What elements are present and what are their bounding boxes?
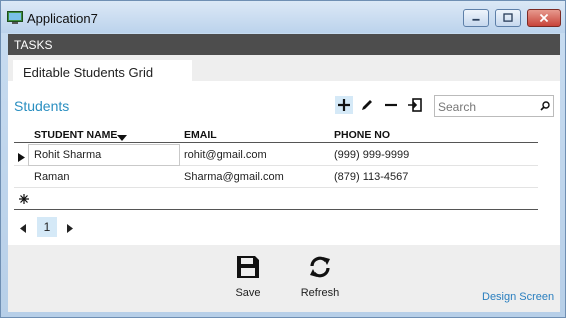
add-icon	[338, 99, 350, 111]
column-header-phone-no[interactable]: PHONE NO	[334, 129, 390, 141]
tab-strip: Editable Students Grid	[8, 55, 560, 82]
new-row-icon	[18, 193, 30, 205]
section-title: Students	[14, 98, 70, 114]
next-page-icon[interactable]	[67, 222, 73, 233]
save-label: Save	[235, 287, 261, 299]
search-icon[interactable]	[539, 100, 551, 112]
design-screen-link[interactable]: Design Screen	[482, 291, 554, 303]
new-row-placeholder[interactable]	[14, 188, 538, 210]
refresh-label: Refresh	[300, 287, 340, 299]
application-window: Application7 TASKS Editable Students Gri…	[0, 0, 566, 318]
search-box	[434, 95, 554, 117]
pager: 1	[14, 215, 214, 239]
cell-student-name[interactable]: Raman	[34, 171, 69, 183]
window-title: Application7	[27, 11, 98, 26]
tasks-label: TASKS	[14, 38, 53, 52]
column-header-email[interactable]: EMAIL	[184, 129, 217, 141]
page-1-button[interactable]: 1	[37, 217, 57, 237]
save-button[interactable]: Save	[218, 255, 278, 305]
previous-page-icon[interactable]	[20, 222, 26, 233]
remove-button[interactable]	[382, 96, 400, 114]
column-header-student-name[interactable]: STUDENT NAME	[34, 129, 117, 141]
refresh-icon	[310, 256, 330, 278]
search-input[interactable]	[438, 99, 536, 114]
client-area: TASKS Editable Students Grid Students Se…	[8, 34, 560, 312]
grid-header: STUDENT NAME EMAIL PHONE NO	[14, 127, 538, 143]
maximize-button[interactable]	[495, 9, 521, 27]
tab-label: Editable Students Grid	[23, 65, 154, 80]
action-bar: Save Refresh Design Screen	[8, 245, 560, 312]
save-icon	[237, 256, 259, 278]
export-icon	[408, 98, 422, 112]
cell-email[interactable]: rohit@gmail.com	[184, 149, 267, 161]
cell-phone-no[interactable]: (999) 999-9999	[334, 149, 409, 161]
title-bar: Application7	[1, 1, 565, 33]
cell-student-name[interactable]: Rohit Sharma	[34, 149, 101, 161]
minimize-button[interactable]	[463, 9, 489, 27]
students-panel: Students Search STUDENT NAME EMAIL PHONE…	[8, 81, 560, 243]
close-button[interactable]	[527, 9, 561, 27]
students-grid: STUDENT NAME EMAIL PHONE NO Rohit Sharma…	[14, 127, 538, 211]
edit-icon	[362, 100, 372, 110]
table-row[interactable]: Raman Sharma@gmail.com (879) 113-4567	[14, 166, 538, 188]
export-button[interactable]	[406, 96, 424, 114]
remove-icon	[385, 103, 397, 107]
app-icon	[7, 11, 23, 25]
table-row[interactable]: Rohit Sharma rohit@gmail.com (999) 999-9…	[14, 144, 538, 166]
edit-button[interactable]	[358, 96, 376, 114]
tab-editable-students-grid[interactable]: Editable Students Grid	[13, 60, 192, 82]
cell-email[interactable]: Sharma@gmail.com	[184, 171, 284, 183]
current-row-indicator-icon	[18, 151, 25, 162]
add-button[interactable]	[335, 96, 353, 114]
tasks-bar: TASKS	[8, 34, 560, 55]
sort-descending-icon	[117, 131, 127, 141]
cell-phone-no[interactable]: (879) 113-4567	[334, 171, 408, 183]
refresh-button[interactable]: Refresh	[290, 255, 350, 305]
